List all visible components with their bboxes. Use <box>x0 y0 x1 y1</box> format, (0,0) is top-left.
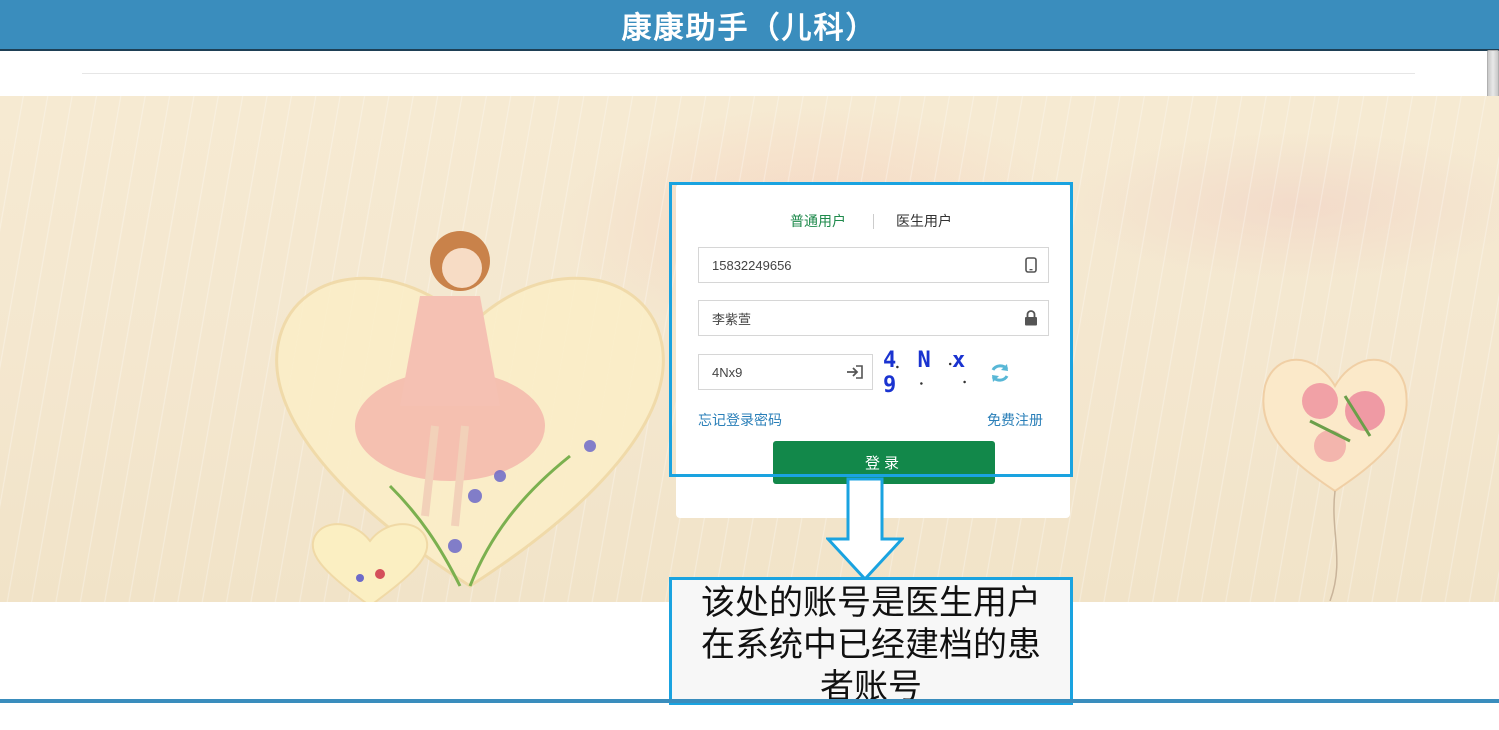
small-heart-illustration <box>311 523 429 602</box>
captcha-image[interactable]: 4 N x 9 <box>883 348 979 398</box>
divider <box>82 73 1415 74</box>
register-link[interactable]: 免费注册 <box>987 410 1043 430</box>
phone-field[interactable]: 15832249656 <box>698 247 1049 283</box>
arrow-down-icon <box>826 477 904 581</box>
password-field[interactable]: 李紫萱 <box>698 300 1049 336</box>
password-input-value[interactable]: 李紫萱 <box>699 309 1014 328</box>
captcha-input-value[interactable]: 4Nx9 <box>699 365 838 380</box>
page-title: 康康助手（儿科） <box>621 10 878 46</box>
refresh-icon[interactable] <box>988 361 1012 385</box>
phone-icon <box>1014 257 1048 273</box>
captcha-field[interactable]: 4Nx9 <box>698 354 873 390</box>
top-header-bar: 康康助手（儿科） <box>0 0 1499 51</box>
tab-divider <box>873 214 874 229</box>
forgot-password-link[interactable]: 忘记登录密码 <box>698 410 782 430</box>
lock-icon <box>1014 310 1048 326</box>
annotation-note: 该处的账号是医生用户在系统中已经建档的患者账号 <box>669 577 1073 705</box>
footer-divider <box>0 699 1499 703</box>
tab-normal-user[interactable]: 普通用户 <box>790 211 846 231</box>
tab-doctor-user[interactable]: 医生用户 <box>896 211 952 231</box>
user-type-tabs: 普通用户 医生用户 <box>676 211 1070 233</box>
login-enter-icon <box>838 364 872 380</box>
phone-input-value[interactable]: 15832249656 <box>699 258 1014 273</box>
rose-heart-balloon <box>1262 358 1408 601</box>
